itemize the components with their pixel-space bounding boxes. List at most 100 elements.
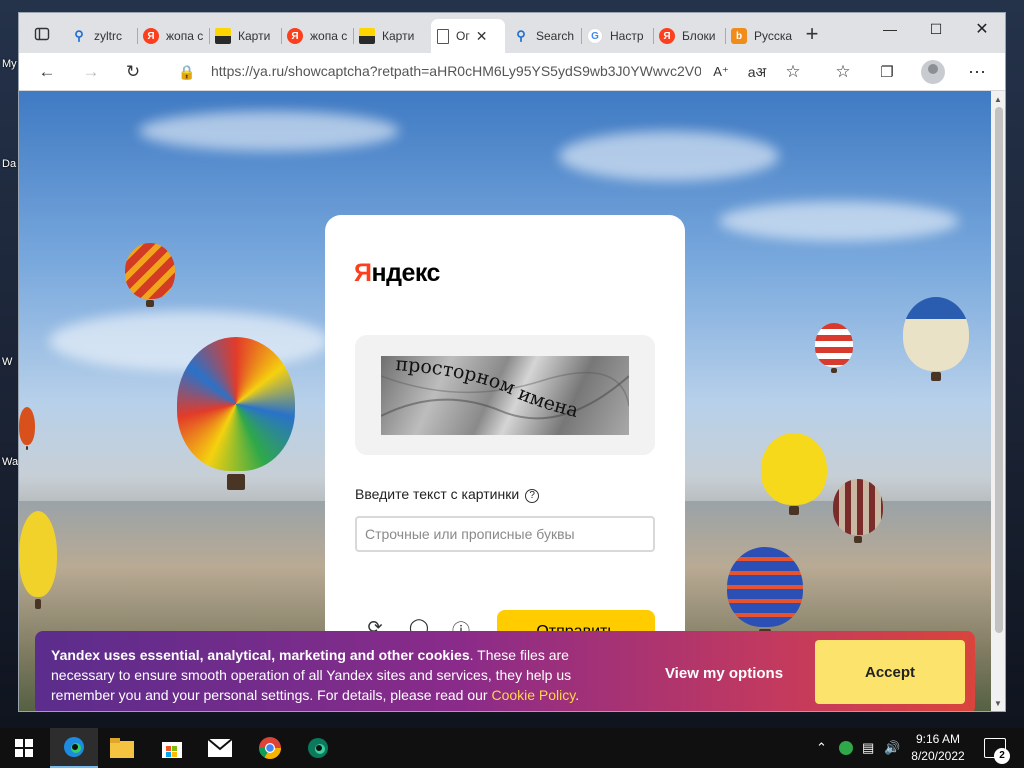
tab-russian[interactable]: b Русска <box>725 21 801 51</box>
logo-rest: ндекс <box>371 259 440 287</box>
balloon <box>19 407 35 451</box>
mail-icon <box>208 739 232 757</box>
back-icon[interactable]: ← <box>33 59 61 85</box>
tab-yandex-search[interactable]: Я жопа с <box>281 21 353 51</box>
taskbar-chrome[interactable] <box>246 728 294 768</box>
more-icon[interactable]: ⋯ <box>963 59 991 85</box>
search-icon: ⚲ <box>516 28 526 43</box>
tab-label: Блоки <box>682 29 716 43</box>
clock-time: 9:16 AM <box>915 732 961 746</box>
help-icon[interactable]: ? <box>525 488 540 503</box>
start-button[interactable] <box>0 728 48 768</box>
volume-icon[interactable]: 🔊 <box>884 740 900 756</box>
edge-tray-icon[interactable] <box>838 740 854 759</box>
store-icon <box>162 742 182 758</box>
tab-label: Search <box>536 29 575 43</box>
tab-label: Карти <box>382 29 415 43</box>
taskbar-mail[interactable] <box>196 728 244 768</box>
captcha-image: просторном имена <box>381 356 629 435</box>
balloon <box>761 433 827 516</box>
tab-google-settings[interactable]: G Настр <box>581 21 653 51</box>
edge-icon <box>64 737 84 757</box>
cookie-policy-link[interactable]: Cookie Policy <box>491 687 575 703</box>
images-icon <box>215 28 231 44</box>
yandex-icon: Я <box>287 28 303 44</box>
yandex-icon: Я <box>659 28 675 44</box>
cloud <box>139 111 399 151</box>
scrollbar-thumb[interactable] <box>995 107 1003 633</box>
tab-zyltrc[interactable]: ⚲ zyltrc <box>65 21 137 51</box>
balloon <box>177 337 295 490</box>
desktop-icon-label[interactable]: W <box>2 356 12 368</box>
tab-label: Ог <box>456 29 470 43</box>
maximize-icon[interactable]: ☐ <box>913 13 959 45</box>
yandex-icon: Я <box>143 28 159 44</box>
tab-yandex-search[interactable]: Я жопа с <box>137 21 209 51</box>
desktop-icon-label[interactable]: My <box>2 58 17 70</box>
balloon <box>815 323 853 374</box>
edge-dev-icon <box>308 738 328 758</box>
desktop-icon-label[interactable]: Wa <box>2 456 18 468</box>
show-hidden-icons-icon[interactable]: ⌃ <box>816 740 827 756</box>
windows-icon <box>15 739 33 757</box>
address-bar[interactable]: https://ya.ru/showcaptcha?retpath=aHR0cH… <box>211 63 701 79</box>
translate-icon[interactable]: aअ <box>743 59 771 85</box>
tab-search[interactable]: ⚲ Search <box>507 21 581 51</box>
taskbar-edge[interactable] <box>50 728 98 768</box>
tab-actions-icon[interactable] <box>29 21 55 47</box>
page-viewport: Яндекс просторном имена Введите текст с … <box>19 91 991 711</box>
network-icon[interactable]: ▤ <box>862 740 874 756</box>
collections-icon[interactable]: ❐ <box>873 59 901 85</box>
scrollbar[interactable]: ▲ ▼ <box>991 91 1005 711</box>
scroll-up-icon[interactable]: ▲ <box>994 95 1002 104</box>
tab-label: жопа с <box>310 29 347 43</box>
site-icon: b <box>731 28 747 44</box>
accept-cookies-button[interactable]: Accept <box>815 640 965 704</box>
refresh-icon[interactable]: ↻ <box>119 59 147 85</box>
captcha-text: просторном имена <box>395 356 581 422</box>
notification-badge: 2 <box>994 748 1010 764</box>
desktop-icon-label[interactable]: Da <box>2 158 16 170</box>
minimize-icon[interactable]: — <box>867 13 913 45</box>
read-aloud-icon[interactable]: A⁺ <box>707 59 735 85</box>
tab-label: жопа с <box>166 29 203 43</box>
captcha-label-text: Введите текст с картинки <box>355 486 520 502</box>
cookie-banner: Yandex uses essential, analytical, marke… <box>35 631 975 711</box>
tab-yandex-images[interactable]: Карти <box>209 21 281 51</box>
lock-icon[interactable]: 🔒 <box>173 59 201 85</box>
tab-label: Карти <box>238 29 271 43</box>
cookie-text: Yandex uses essential, analytical, marke… <box>51 645 631 705</box>
view-options-button[interactable]: View my options <box>649 653 799 693</box>
captcha-input[interactable] <box>355 516 655 552</box>
tab-yandex-blocks[interactable]: Я Блоки <box>653 21 725 51</box>
new-tab-icon[interactable]: + <box>799 21 825 47</box>
taskbar: ⌃ ▤ 🔊 9:16 AM 8/20/2022 2 <box>0 728 1024 768</box>
add-favorite-icon[interactable]: ☆ <box>779 59 807 85</box>
captcha-label: Введите текст с картинки? <box>355 486 540 503</box>
close-tab-icon[interactable]: ✕ <box>476 28 488 45</box>
profile-avatar[interactable] <box>921 60 945 84</box>
favorites-icon[interactable]: ☆ <box>829 59 857 85</box>
balloon <box>19 511 57 610</box>
google-icon: G <box>587 28 603 44</box>
scroll-down-icon[interactable]: ▼ <box>994 699 1002 708</box>
search-icon: ⚲ <box>74 28 84 43</box>
balloon <box>903 297 969 382</box>
tab-yandex-images[interactable]: Карти <box>353 21 431 51</box>
address-toolbar: ← → ↻ 🔒 https://ya.ru/showcaptcha?retpat… <box>19 53 1005 91</box>
forward-icon[interactable]: → <box>77 59 105 85</box>
taskbar-explorer[interactable] <box>98 728 146 768</box>
cloud <box>559 131 779 181</box>
taskbar-store[interactable] <box>148 728 196 768</box>
cookie-bold-text: Yandex uses essential, analytical, marke… <box>51 647 470 663</box>
captcha-card: Яндекс просторном имена Введите текст с … <box>325 215 685 655</box>
cookie-period: . <box>575 687 580 703</box>
clock[interactable]: 9:16 AM 8/20/2022 <box>900 731 976 765</box>
document-icon <box>437 28 449 44</box>
images-icon <box>359 28 375 44</box>
cloud <box>719 201 959 241</box>
close-window-icon[interactable]: ✕ <box>959 13 1005 45</box>
yandex-logo[interactable]: Яндекс <box>354 259 440 288</box>
taskbar-edge-dev[interactable] <box>294 728 342 768</box>
tab-active-captcha[interactable]: Ог ✕ <box>431 19 505 53</box>
